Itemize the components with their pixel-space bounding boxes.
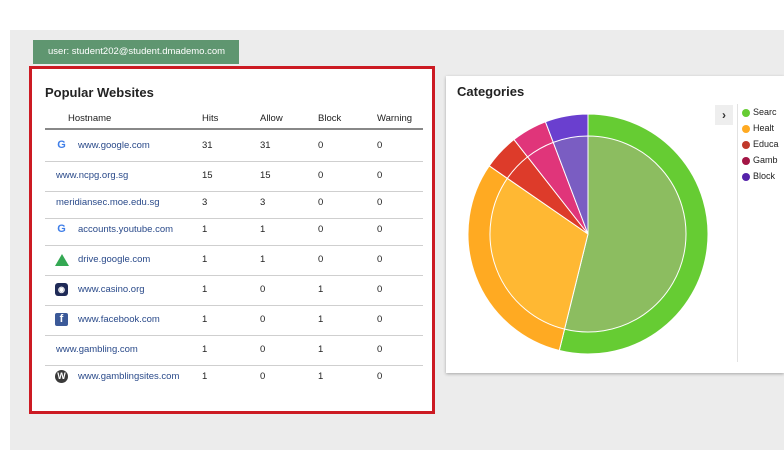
hits-value: 1	[202, 284, 208, 295]
legend-item-education[interactable]: Educa	[742, 138, 779, 150]
column-header-warning[interactable]: Warning	[377, 113, 412, 124]
warning-value: 0	[377, 284, 383, 295]
legend-label: Block	[753, 171, 776, 181]
block-value: 0	[318, 197, 324, 208]
block-value: 1	[318, 371, 324, 382]
block-value: 0	[318, 224, 324, 235]
legend-divider	[737, 104, 738, 362]
categories-pie-chart	[467, 113, 709, 355]
allow-value: 0	[260, 344, 266, 355]
wordpress-icon: W	[55, 370, 68, 383]
legend-item-health[interactable]: Healt	[742, 122, 774, 134]
allow-value: 15	[260, 170, 271, 181]
allow-value: 0	[260, 314, 266, 325]
legend-dot-icon	[742, 172, 750, 181]
warning-value: 0	[377, 170, 383, 181]
column-header-hits[interactable]: Hits	[202, 113, 218, 124]
block-value: 0	[318, 140, 324, 151]
pie-inner-slices	[489, 135, 687, 333]
legend-dot-icon	[742, 124, 750, 133]
hits-value: 31	[202, 140, 213, 151]
column-header-hostname[interactable]: Hostname	[68, 113, 111, 124]
hostname-link[interactable]: www.ncpg.org.sg	[56, 161, 128, 191]
legend-item-blocked[interactable]: Block	[742, 170, 775, 182]
legend-label: Healt	[753, 123, 775, 133]
hits-value: 1	[202, 314, 208, 325]
legend-toggle-button[interactable]: ›	[715, 105, 733, 125]
legend-label: Searc	[753, 107, 777, 117]
google-drive-icon	[55, 254, 69, 266]
column-header-block[interactable]: Block	[318, 113, 341, 124]
table-row[interactable]: G accounts.youtube.com 1 1 0 0	[45, 215, 423, 246]
allow-value: 1	[260, 224, 266, 235]
table-row[interactable]: f www.facebook.com 1 0 1 0	[45, 305, 423, 336]
google-icon: G	[57, 139, 66, 151]
allow-value: 31	[260, 140, 271, 151]
popular-websites-title: Popular Websites	[45, 85, 154, 100]
hits-value: 1	[202, 224, 208, 235]
popular-websites-card: Popular Websites Hostname Hits Allow Blo…	[29, 66, 435, 414]
table-row[interactable]: drive.google.com 1 1 0 0	[45, 245, 423, 276]
hostname-link[interactable]: www.facebook.com	[78, 305, 160, 335]
warning-value: 0	[377, 224, 383, 235]
hits-value: 1	[202, 344, 208, 355]
google-icon: G	[57, 223, 66, 235]
block-value: 0	[318, 170, 324, 181]
legend-label: Educa	[753, 139, 779, 149]
table-row[interactable]: G www.google.com 31 31 0 0	[45, 131, 423, 162]
table-row[interactable]: W www.gamblingsites.com 1 0 1 0	[45, 362, 423, 392]
warning-value: 0	[377, 140, 383, 151]
categories-card: Categories › Searc Healt Educa Gamb Bloc…	[446, 76, 784, 373]
legend-dot-icon	[742, 156, 750, 165]
hostname-link[interactable]: drive.google.com	[78, 245, 150, 275]
hits-value: 1	[202, 371, 208, 382]
hostname-link[interactable]: www.google.com	[78, 131, 150, 161]
warning-value: 0	[377, 314, 383, 325]
allow-value: 0	[260, 284, 266, 295]
casino-icon: ◉	[55, 283, 68, 296]
allow-value: 0	[260, 371, 266, 382]
allow-value: 1	[260, 254, 266, 265]
block-value: 1	[318, 344, 324, 355]
warning-value: 0	[377, 344, 383, 355]
legend-dot-icon	[742, 140, 750, 149]
block-value: 0	[318, 254, 324, 265]
column-header-allow[interactable]: Allow	[260, 113, 283, 124]
hostname-link[interactable]: meridiansec.moe.edu.sg	[56, 188, 160, 218]
block-value: 1	[318, 314, 324, 325]
legend-item-search[interactable]: Searc	[742, 106, 777, 118]
hostname-link[interactable]: www.gambling.com	[56, 335, 138, 365]
hits-value: 3	[202, 197, 208, 208]
warning-value: 0	[377, 371, 383, 382]
hits-value: 15	[202, 170, 213, 181]
legend-item-gambling[interactable]: Gamb	[742, 154, 778, 166]
block-value: 1	[318, 284, 324, 295]
header-divider	[45, 128, 423, 130]
hits-value: 1	[202, 254, 208, 265]
user-badge: user: student202@student.dmademo.com	[33, 40, 239, 64]
warning-value: 0	[377, 197, 383, 208]
allow-value: 3	[260, 197, 266, 208]
legend-label: Gamb	[753, 155, 778, 165]
table-row[interactable]: ◉ www.casino.org 1 0 1 0	[45, 275, 423, 306]
hostname-link[interactable]: www.casino.org	[78, 275, 145, 305]
facebook-icon: f	[55, 313, 68, 326]
legend-dot-icon	[742, 108, 750, 117]
warning-value: 0	[377, 254, 383, 265]
categories-title: Categories	[457, 84, 525, 99]
hostname-link[interactable]: accounts.youtube.com	[78, 215, 173, 245]
hostname-link[interactable]: www.gamblingsites.com	[78, 362, 179, 392]
